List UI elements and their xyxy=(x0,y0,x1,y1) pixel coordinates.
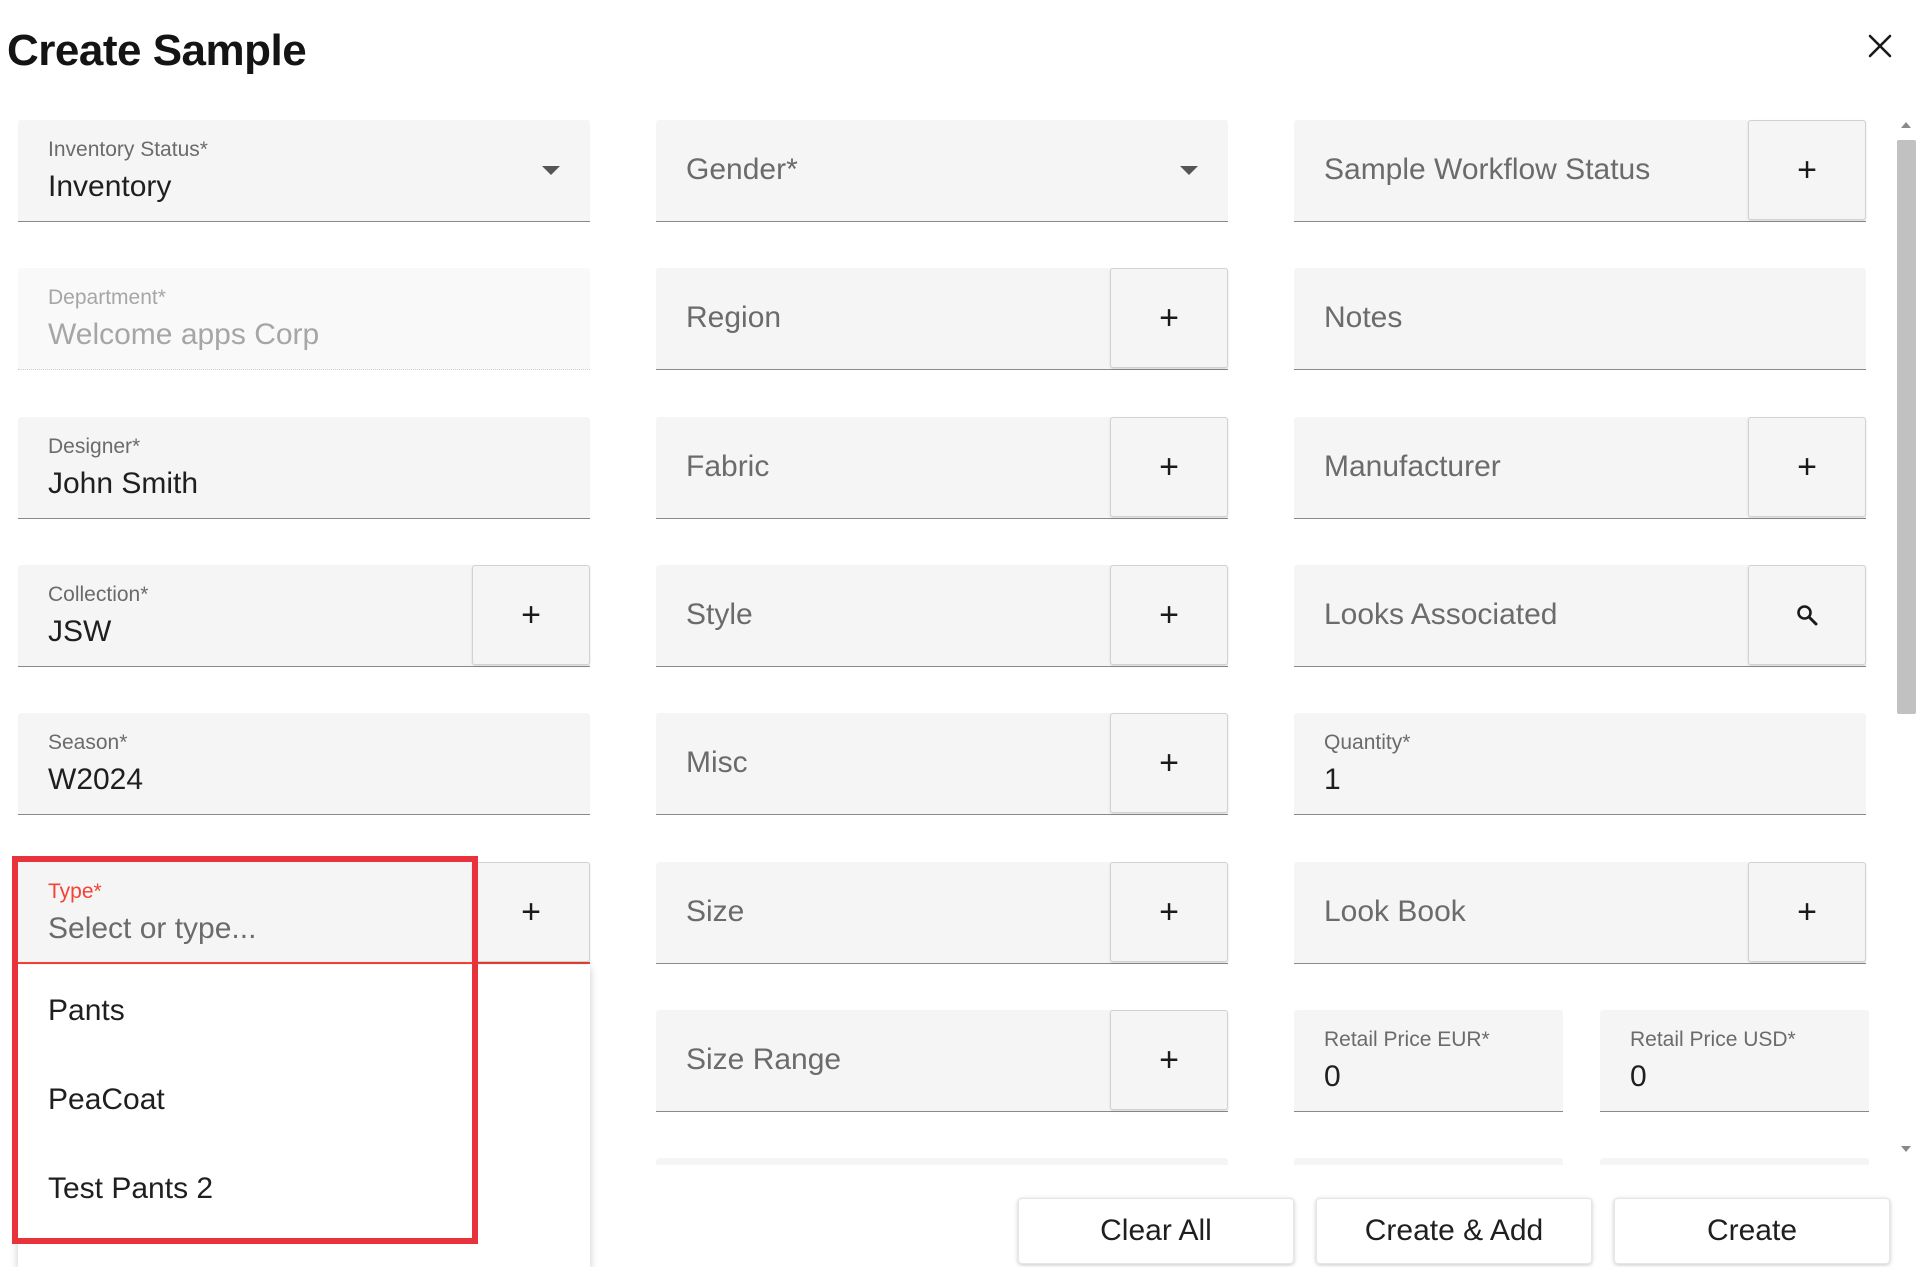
plus-icon: + xyxy=(1797,151,1817,189)
add-collection-button[interactable]: + xyxy=(472,565,590,665)
plus-icon: + xyxy=(1159,744,1179,782)
region-placeholder: Region xyxy=(686,301,782,334)
retail-price-eur-field[interactable]: Retail Price EUR* 0 xyxy=(1294,1010,1563,1112)
search-looks-button[interactable] xyxy=(1748,565,1866,665)
season-label: Season* xyxy=(48,731,128,754)
fabric-field[interactable]: Fabric + xyxy=(656,417,1228,519)
type-input[interactable]: Select or type... xyxy=(48,912,256,946)
sample-workflow-status-placeholder: Sample Workflow Status xyxy=(1324,153,1651,186)
look-book-field[interactable]: Look Book + xyxy=(1294,862,1866,964)
size-field[interactable]: Size + xyxy=(656,862,1228,964)
type-combobox[interactable]: Type* Select or type... + xyxy=(18,862,590,964)
create-button[interactable]: Create xyxy=(1614,1198,1890,1264)
search-icon xyxy=(1797,605,1818,626)
dropdown-arrow-icon xyxy=(542,166,560,175)
create-and-add-button[interactable]: Create & Add xyxy=(1316,1198,1592,1264)
fabric-placeholder: Fabric xyxy=(686,450,770,483)
inventory-status-label: Inventory Status* xyxy=(48,138,208,161)
season-field[interactable]: Season* W2024 xyxy=(18,713,590,815)
add-misc-button[interactable]: + xyxy=(1110,713,1228,813)
style-placeholder: Style xyxy=(686,598,753,631)
form-field[interactable] xyxy=(1294,1158,1563,1165)
plus-icon: + xyxy=(1159,448,1179,486)
form-field[interactable] xyxy=(656,1158,1228,1165)
looks-associated-field[interactable]: Looks Associated xyxy=(1294,565,1866,667)
region-field[interactable]: Region + xyxy=(656,268,1228,370)
manufacturer-field[interactable]: Manufacturer + xyxy=(1294,417,1866,519)
add-sample-workflow-status-button[interactable]: + xyxy=(1748,120,1866,220)
plus-icon: + xyxy=(1159,1041,1179,1079)
add-size-button[interactable]: + xyxy=(1110,862,1228,962)
dropdown-arrow-icon xyxy=(1180,166,1198,175)
add-fabric-button[interactable]: + xyxy=(1110,417,1228,517)
add-size-range-button[interactable]: + xyxy=(1110,1010,1228,1110)
gender-select[interactable]: Gender* xyxy=(656,120,1228,222)
type-option-peacoat[interactable]: PeaCoat xyxy=(18,1056,590,1144)
retail-price-usd-value: 0 xyxy=(1630,1060,1647,1093)
create-sample-dialog: Create Sample Inventory Status* Inventor… xyxy=(0,0,1920,1267)
designer-field[interactable]: Designer* John Smith xyxy=(18,417,590,519)
form-scrollbar[interactable] xyxy=(1893,110,1920,1165)
size-placeholder: Size xyxy=(686,895,745,928)
add-region-button[interactable]: + xyxy=(1110,268,1228,368)
plus-icon: + xyxy=(1797,893,1817,931)
department-label: Department* xyxy=(48,286,166,309)
type-option-test-pants-2[interactable]: Test Pants 2 xyxy=(18,1145,590,1233)
gender-placeholder: Gender* xyxy=(686,153,798,186)
designer-value: John Smith xyxy=(48,467,199,500)
dialog-title: Create Sample xyxy=(7,26,307,75)
retail-price-eur-label: Retail Price EUR* xyxy=(1324,1028,1490,1051)
scroll-up-arrow-icon[interactable] xyxy=(1901,122,1911,128)
add-style-button[interactable]: + xyxy=(1110,565,1228,665)
form-field[interactable] xyxy=(1600,1158,1869,1165)
plus-icon: + xyxy=(1159,893,1179,931)
misc-placeholder: Misc xyxy=(686,746,748,779)
department-value: Welcome apps Corp xyxy=(48,318,320,351)
size-range-field[interactable]: Size Range + xyxy=(656,1010,1228,1112)
quantity-field[interactable]: Quantity* 1 xyxy=(1294,713,1866,815)
retail-price-usd-label: Retail Price USD* xyxy=(1630,1028,1796,1051)
notes-placeholder: Notes xyxy=(1324,301,1403,334)
add-look-book-button[interactable]: + xyxy=(1748,862,1866,962)
scroll-down-arrow-icon[interactable] xyxy=(1901,1146,1911,1152)
inventory-status-value: Inventory xyxy=(48,170,172,203)
notes-field[interactable]: Notes xyxy=(1294,268,1866,370)
inventory-status-select[interactable]: Inventory Status* Inventory xyxy=(18,120,590,222)
quantity-label: Quantity* xyxy=(1324,731,1411,754)
style-field[interactable]: Style + xyxy=(656,565,1228,667)
manufacturer-placeholder: Manufacturer xyxy=(1324,450,1501,483)
clear-all-button[interactable]: Clear All xyxy=(1018,1198,1294,1264)
scrollbar-thumb[interactable] xyxy=(1897,140,1916,714)
collection-value: JSW xyxy=(48,615,112,648)
close-icon xyxy=(1868,34,1892,58)
close-button[interactable] xyxy=(1852,18,1908,74)
plus-icon: + xyxy=(1159,299,1179,337)
season-value: W2024 xyxy=(48,763,144,796)
size-range-placeholder: Size Range xyxy=(686,1043,842,1076)
quantity-value: 1 xyxy=(1324,763,1341,796)
type-label: Type* xyxy=(48,880,102,903)
retail-price-eur-value: 0 xyxy=(1324,1060,1341,1093)
designer-label: Designer* xyxy=(48,435,141,458)
collection-field[interactable]: Collection* JSW + xyxy=(18,565,590,667)
add-type-button[interactable]: + xyxy=(472,862,590,962)
department-field: Department* Welcome apps Corp xyxy=(18,268,590,370)
add-manufacturer-button[interactable]: + xyxy=(1748,417,1866,517)
type-options-menu: Pants PeaCoat Test Pants 2 xyxy=(18,965,590,1267)
looks-associated-placeholder: Looks Associated xyxy=(1324,598,1558,631)
look-book-placeholder: Look Book xyxy=(1324,895,1466,928)
retail-price-usd-field[interactable]: Retail Price USD* 0 xyxy=(1600,1010,1869,1112)
plus-icon: + xyxy=(1797,448,1817,486)
plus-icon: + xyxy=(521,893,541,931)
plus-icon: + xyxy=(521,596,541,634)
type-option-pants[interactable]: Pants xyxy=(18,967,590,1055)
plus-icon: + xyxy=(1159,596,1179,634)
misc-field[interactable]: Misc + xyxy=(656,713,1228,815)
collection-label: Collection* xyxy=(48,583,149,606)
sample-workflow-status-field[interactable]: Sample Workflow Status + xyxy=(1294,120,1866,222)
